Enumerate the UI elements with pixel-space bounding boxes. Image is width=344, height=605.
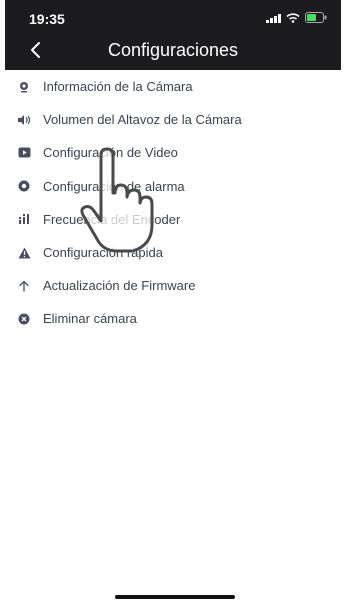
page-title: Configuraciones bbox=[107, 40, 239, 60]
menu-item-label: Configuración de alarma bbox=[43, 178, 185, 194]
wifi-icon bbox=[286, 12, 300, 23]
menu-item-quick-setup[interactable]: Configuración rápida bbox=[5, 236, 341, 269]
menu-item-label: Eliminar cámara bbox=[43, 311, 137, 327]
menu-item-alarm-settings[interactable]: Configuración de alarma bbox=[5, 170, 341, 203]
home-indicator bbox=[115, 595, 235, 599]
menu-item-camera-info[interactable]: Información de la Cámara bbox=[5, 70, 341, 103]
status-icons bbox=[266, 12, 327, 23]
menu-item-label: Actualización de Firmware bbox=[43, 278, 196, 294]
status-time: 19:35 bbox=[29, 11, 65, 27]
settings-menu: Información de la Cámara Volumen del Alt… bbox=[5, 70, 341, 336]
signal-icon bbox=[266, 13, 281, 23]
battery-icon bbox=[305, 12, 327, 23]
menu-item-label: Información de la Cámara bbox=[43, 79, 193, 95]
menu-item-label: Volumen del Altavoz de la Cámara bbox=[43, 112, 242, 128]
header-bar: 19:35 Configuraciones bbox=[5, 0, 341, 70]
menu-item-encoder-frequency[interactable]: Frecuencia del Encoder bbox=[5, 203, 341, 236]
alarm-icon bbox=[17, 179, 31, 193]
arrow-up-icon bbox=[17, 279, 31, 293]
menu-item-speaker-volume[interactable]: Volumen del Altavoz de la Cámara bbox=[5, 103, 341, 136]
menu-item-video-settings[interactable]: Configuración de Video bbox=[5, 136, 341, 169]
camera-icon bbox=[17, 80, 31, 94]
menu-item-delete-camera[interactable]: Eliminar cámara bbox=[5, 302, 341, 335]
bars-icon bbox=[17, 212, 31, 226]
menu-item-label: Frecuencia del Encoder bbox=[43, 211, 181, 227]
settings-screen: 19:35 Configuraciones Información de la … bbox=[5, 0, 341, 605]
menu-item-firmware-update[interactable]: Actualización de Firmware bbox=[5, 269, 341, 302]
delete-icon bbox=[17, 312, 31, 326]
warning-icon bbox=[17, 246, 31, 260]
menu-item-label: Configuración rápida bbox=[43, 245, 163, 261]
speaker-icon bbox=[17, 113, 31, 127]
menu-item-label: Configuración de Video bbox=[43, 145, 178, 161]
video-icon bbox=[17, 146, 31, 160]
